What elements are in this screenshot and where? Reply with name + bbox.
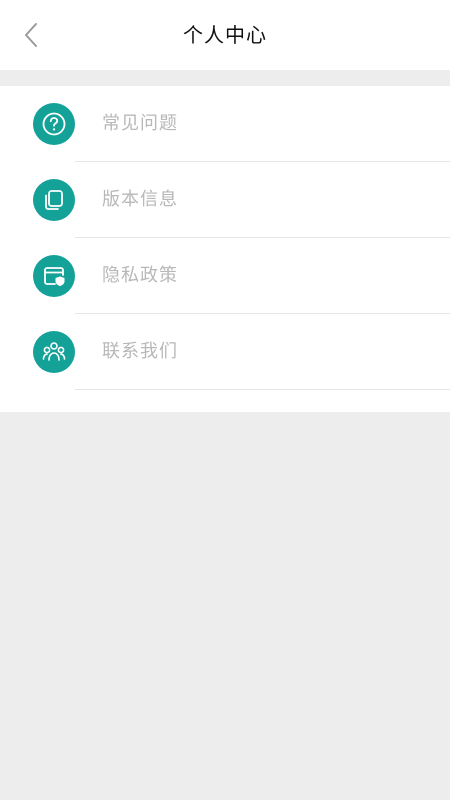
version-icon-badge — [33, 179, 75, 221]
menu-item-label: 隐私政策 — [102, 265, 178, 286]
privacy-icon-badge — [33, 255, 75, 297]
divider — [75, 389, 450, 390]
menu-item-label: 联系我们 — [102, 341, 178, 362]
contacts-group-icon — [42, 342, 66, 361]
stacked-pages-icon — [45, 190, 63, 210]
settings-menu-list: 常见问题 版本信息 隐私政策 联系我们 — [0, 86, 450, 412]
shield-window-icon — [44, 267, 65, 286]
faq-icon-badge — [33, 103, 75, 145]
menu-item-privacy-policy[interactable]: 隐私政策 — [0, 238, 450, 314]
menu-item-version-info[interactable]: 版本信息 — [0, 162, 450, 238]
menu-item-contact-us[interactable]: 联系我们 — [0, 314, 450, 390]
menu-item-faq[interactable]: 常见问题 — [0, 86, 450, 162]
page-title: 个人中心 — [183, 23, 267, 47]
top-navigation-bar: 个人中心 — [0, 0, 450, 70]
contact-icon-badge — [33, 331, 75, 373]
question-circle-icon — [42, 112, 66, 136]
menu-item-label: 版本信息 — [102, 189, 178, 210]
menu-item-label: 常见问题 — [102, 113, 178, 134]
